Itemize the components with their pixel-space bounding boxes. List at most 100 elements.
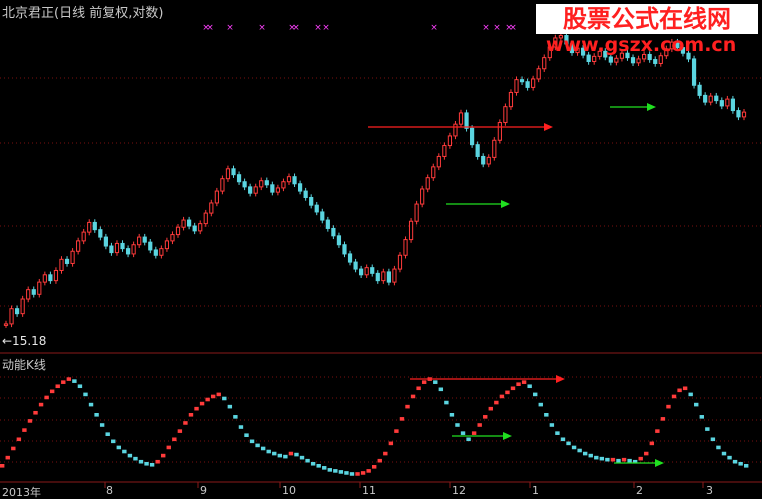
candle-down	[192, 225, 197, 232]
signal-marker: ×	[292, 23, 300, 33]
momentum-up-segment	[410, 394, 416, 399]
signal-arrow-head	[556, 375, 565, 383]
candle-down	[336, 235, 342, 246]
momentum-down-segment	[322, 466, 327, 470]
candle-down	[370, 267, 375, 274]
momentum-down-segment	[299, 455, 305, 460]
candle-up	[131, 244, 136, 255]
candle-up	[636, 58, 641, 64]
candle-up	[214, 190, 219, 204]
momentum-down-segment	[705, 427, 710, 431]
candle-down	[691, 58, 697, 86]
candle-up	[381, 271, 386, 282]
momentum-down-segment	[444, 400, 449, 405]
candle-down	[120, 242, 125, 250]
candle-up	[170, 234, 175, 242]
momentum-up-segment	[66, 377, 72, 381]
candle-up	[164, 240, 170, 250]
momentum-up-segment	[366, 469, 371, 473]
momentum-down-segment	[577, 448, 582, 453]
candle-down	[109, 245, 114, 254]
candle-up	[486, 156, 491, 165]
candle-down	[342, 244, 347, 255]
x-tick-label: 10	[282, 484, 296, 497]
candle-up	[741, 111, 747, 118]
momentum-up-segment	[383, 451, 388, 456]
momentum-down-segment	[227, 404, 233, 409]
chart-title: 北京君正(日线 前复权,对数)	[2, 6, 164, 21]
momentum-down-segment	[727, 455, 732, 460]
momentum-down-segment	[77, 384, 83, 389]
candle-up	[70, 250, 75, 264]
momentum-up-segment	[22, 428, 27, 432]
momentum-up-segment	[205, 397, 210, 402]
momentum-up-segment	[166, 445, 171, 450]
momentum-up-segment	[5, 455, 10, 460]
momentum-up-segment	[666, 404, 671, 409]
x-tick-label: 12	[452, 484, 466, 497]
candle-down	[703, 94, 708, 103]
candle-down	[264, 180, 269, 186]
momentum-up-segment	[494, 400, 499, 405]
momentum-up-segment	[372, 465, 377, 469]
momentum-down-segment	[144, 461, 149, 466]
momentum-up-segment	[199, 401, 205, 406]
candle-up	[420, 188, 425, 205]
momentum-up-segment	[33, 410, 38, 415]
candle-down	[730, 98, 736, 112]
candle-up	[225, 168, 231, 180]
candle-up	[392, 268, 397, 283]
candle-down	[92, 221, 97, 231]
momentum-up-segment	[27, 419, 33, 423]
candle-up	[397, 254, 403, 270]
candle-down	[48, 274, 53, 282]
candle-up	[203, 212, 208, 225]
momentum-down-segment	[127, 453, 133, 458]
momentum-up-segment	[177, 429, 183, 433]
momentum-down-segment	[555, 431, 560, 435]
candle-up	[453, 123, 458, 137]
momentum-up-segment	[49, 389, 55, 394]
momentum-down-segment	[594, 455, 599, 460]
watermark-title: 股票公式在线网	[536, 4, 758, 34]
candle-up	[220, 178, 225, 192]
candle-down	[98, 229, 103, 238]
candle-down	[64, 258, 70, 264]
candle-up	[658, 55, 663, 64]
momentum-up-segment	[499, 394, 505, 399]
candle-up	[431, 166, 436, 179]
momentum-down-segment	[83, 392, 88, 397]
momentum-up-segment	[405, 404, 410, 409]
momentum-up-segment	[288, 451, 294, 456]
momentum-up-segment	[505, 390, 510, 395]
candle-up	[253, 186, 258, 194]
candle-down	[103, 236, 108, 247]
momentum-down-segment	[533, 392, 538, 397]
momentum-up-segment	[621, 457, 627, 462]
candle-up	[281, 181, 286, 189]
candle-down	[653, 59, 658, 64]
momentum-down-segment	[588, 453, 593, 458]
candle-up	[37, 281, 42, 295]
momentum-up-segment	[516, 382, 521, 386]
momentum-up-segment	[394, 429, 399, 433]
momentum-down-segment	[294, 452, 299, 457]
candle-up	[87, 221, 92, 233]
momentum-up-segment	[55, 384, 60, 389]
candle-down	[736, 110, 741, 118]
momentum-down-segment	[549, 423, 555, 427]
momentum-up-segment	[388, 441, 394, 446]
candle-down	[187, 219, 192, 227]
momentum-down-segment	[99, 423, 105, 427]
candle-up	[447, 135, 453, 147]
momentum-up-segment	[11, 446, 16, 451]
momentum-down-segment	[710, 437, 716, 442]
momentum-down-segment	[244, 433, 249, 437]
momentum-down-segment	[538, 402, 543, 407]
x-tick-label: 8	[106, 484, 113, 497]
momentum-up-segment	[216, 392, 221, 397]
candle-up	[408, 220, 414, 241]
momentum-up-segment	[488, 406, 493, 411]
candle-down	[608, 56, 613, 63]
momentum-down-segment	[333, 469, 338, 473]
